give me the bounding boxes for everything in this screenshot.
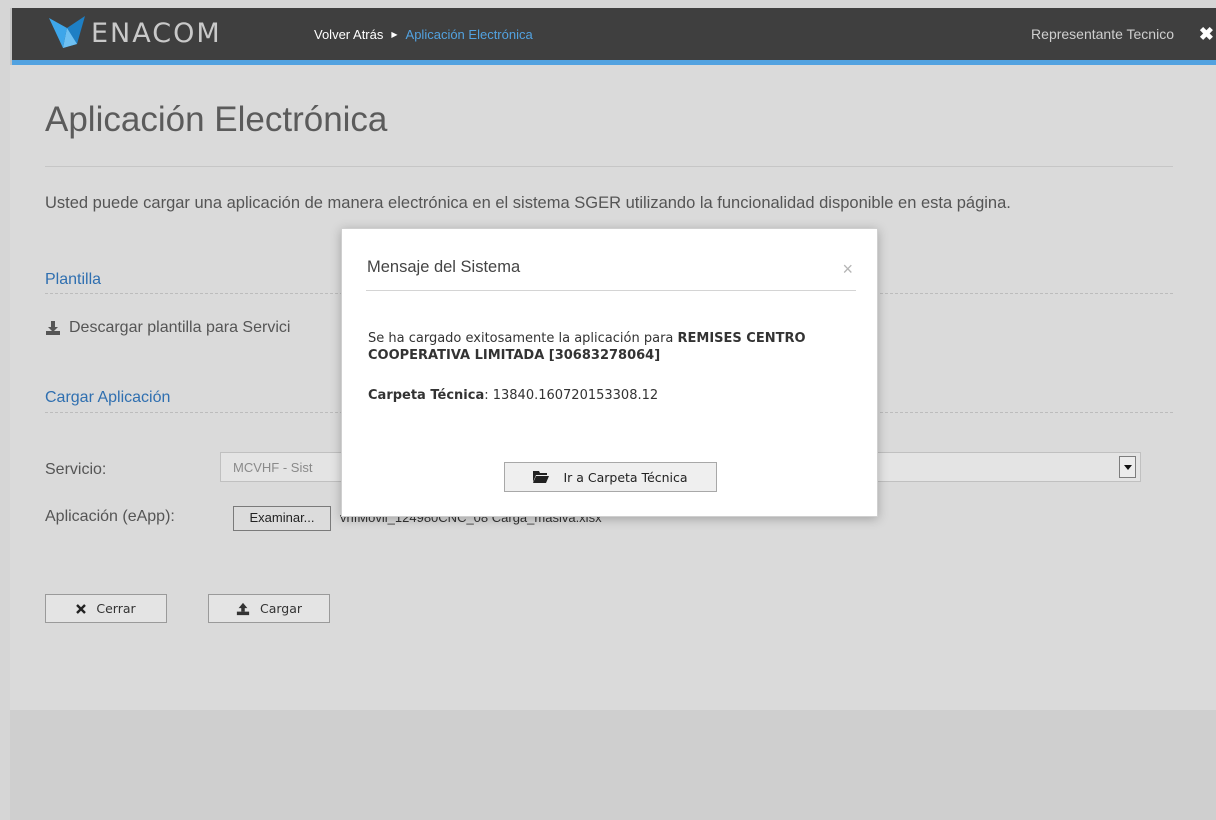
modal-message-text: Se ha cargado exitosamente la aplicación… xyxy=(368,331,678,346)
modal-message: Se ha cargado exitosamente la aplicación… xyxy=(368,330,838,364)
modal-close-icon[interactable]: × xyxy=(842,259,853,280)
folder-open-icon xyxy=(533,471,550,483)
go-to-carpeta-button[interactable]: Ir a Carpeta Técnica xyxy=(504,462,717,492)
carpeta-tecnica-info: Carpeta Técnica: 13840.160720153308.12 xyxy=(368,388,658,403)
carpeta-tecnica-label: Carpeta Técnica xyxy=(368,388,485,403)
modal-title: Mensaje del Sistema xyxy=(367,258,521,276)
go-to-carpeta-label: Ir a Carpeta Técnica xyxy=(563,469,688,485)
carpeta-tecnica-value: 13840.160720153308.12 xyxy=(492,388,659,403)
modal-divider xyxy=(366,290,856,291)
system-message-modal: Mensaje del Sistema × Se ha cargado exit… xyxy=(341,228,878,517)
carpeta-tecnica-separator: : xyxy=(484,388,493,403)
